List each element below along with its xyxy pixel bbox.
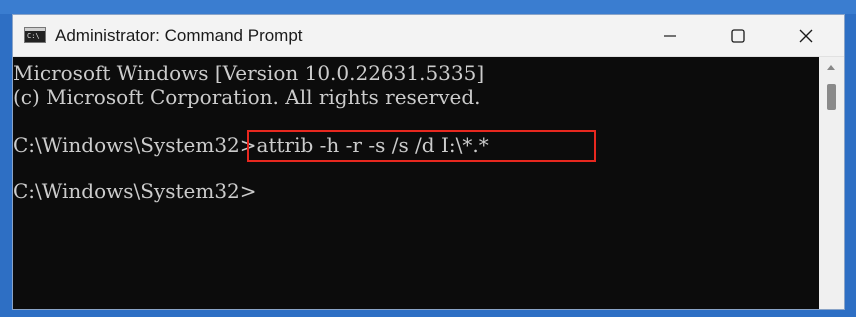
close-button[interactable] — [771, 15, 841, 57]
close-icon — [799, 29, 813, 43]
scroll-up-arrow-icon[interactable] — [827, 65, 835, 70]
console-line-copyright: (c) Microsoft Corporation. All rights re… — [13, 85, 481, 109]
window-title: Administrator: Command Prompt — [55, 26, 303, 45]
app-icon-glyph: C:\ — [27, 32, 40, 40]
desktop-backdrop — [0, 0, 856, 14]
console-line-version: Microsoft Windows [Version 10.0.22631.53… — [13, 61, 485, 85]
title-bar[interactable]: C:\ Administrator: Command Prompt — [13, 15, 844, 57]
minimize-icon — [664, 35, 676, 37]
command-prompt-window: C:\ Administrator: Command Prompt Micros… — [12, 14, 845, 310]
console-line-command: C:\Windows\System32>attrib -h -r -s /s /… — [13, 133, 489, 157]
maximize-button[interactable] — [703, 15, 773, 57]
maximize-icon — [731, 29, 745, 43]
scrollbar-thumb[interactable] — [827, 84, 836, 110]
console-line-prompt: C:\Windows\System32> — [13, 179, 257, 203]
minimize-button[interactable] — [635, 15, 705, 57]
vertical-scrollbar[interactable] — [819, 57, 844, 309]
command-prompt-icon: C:\ — [24, 27, 46, 43]
console-output[interactable]: Microsoft Windows [Version 10.0.22631.53… — [13, 57, 819, 309]
